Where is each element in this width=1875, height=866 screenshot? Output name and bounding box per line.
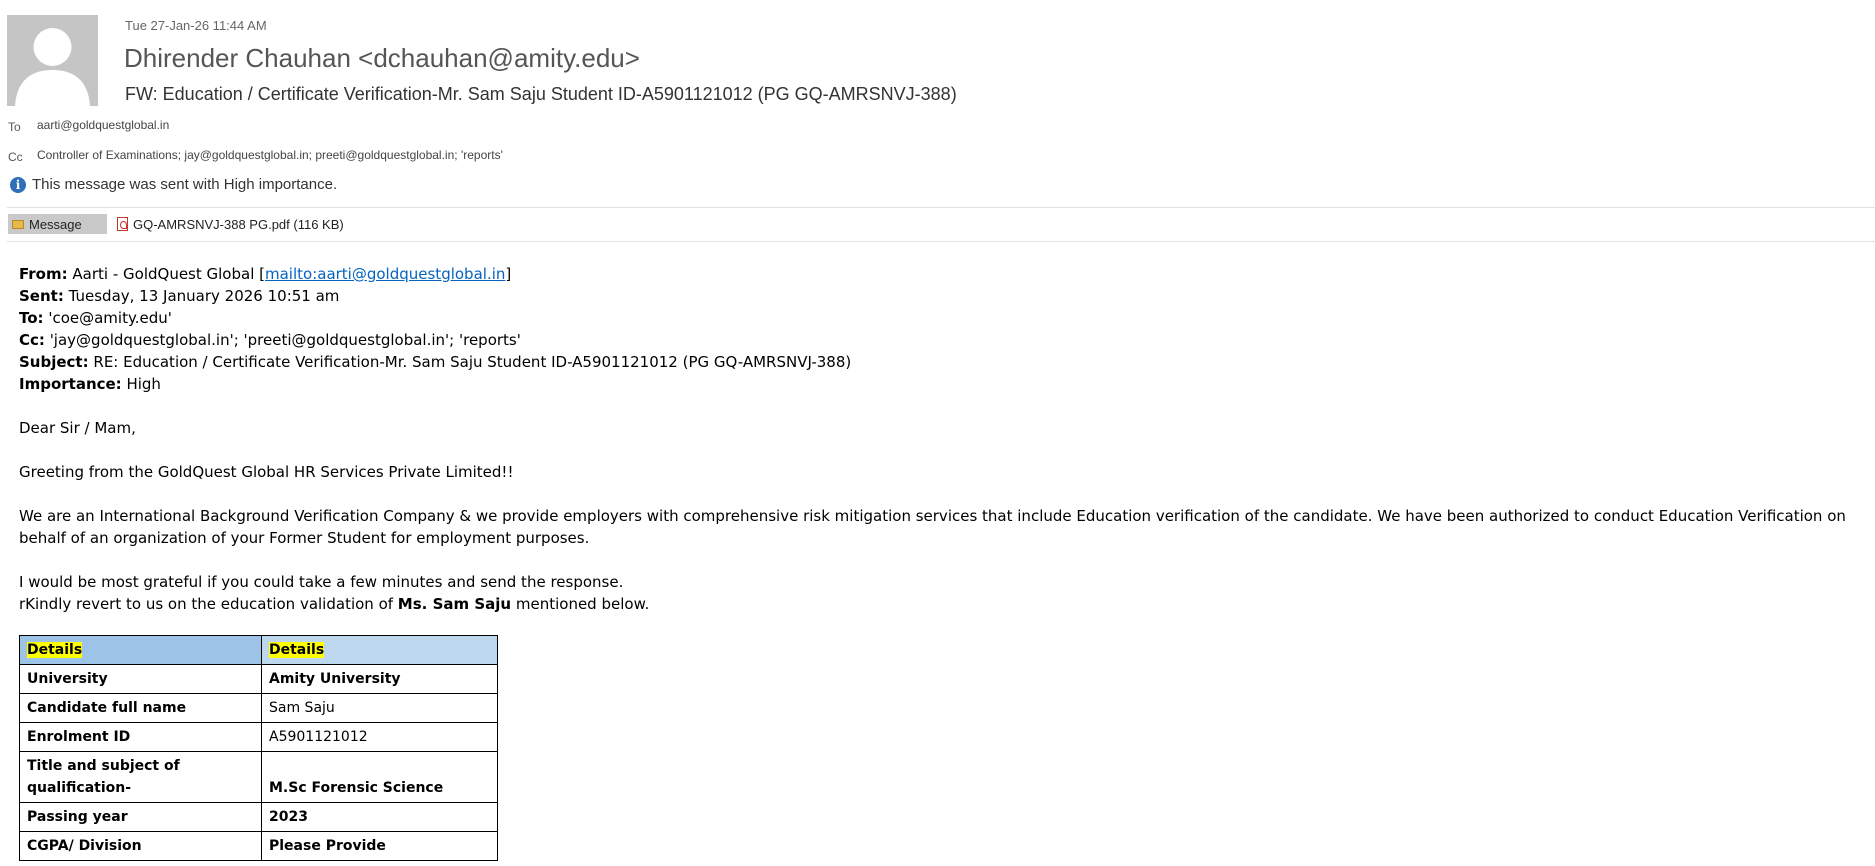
- to-label: To: [8, 120, 21, 134]
- table-row: CGPA/ Division Please Provide: [19, 831, 498, 861]
- row-label: Passing year: [19, 802, 262, 832]
- email-subject: FW: Education / Certificate Verification…: [125, 84, 957, 104]
- message-tab[interactable]: Message: [8, 214, 107, 234]
- cc-label: Cc: [8, 150, 23, 164]
- message-tab-label: Message: [29, 216, 82, 232]
- row-value: Sam Saju: [261, 693, 498, 723]
- quoted-sent-line: Sent: Tuesday, 13 January 2026 10:51 am: [19, 287, 340, 305]
- paragraph-1: We are an International Background Verif…: [19, 507, 1846, 547]
- row-value: 2023: [261, 802, 498, 832]
- greeting: Dear Sir / Mam,: [19, 419, 136, 437]
- row-label: Title and subject of qualification-: [19, 751, 262, 803]
- to-recipients[interactable]: aarti@goldquestglobal.in: [37, 118, 169, 132]
- attachment-bar: Message GQ-AMRSNVJ-388 PG.pdf (116 KB): [8, 214, 344, 234]
- sender-name[interactable]: Dhirender Chauhan <dchauhan@amity.edu>: [124, 43, 640, 74]
- envelope-icon: [12, 219, 24, 229]
- table-row: Enrolment ID A5901121012: [19, 722, 498, 752]
- row-label: CGPA/ Division: [19, 831, 262, 861]
- row-value: M.Sc Forensic Science: [261, 751, 498, 803]
- table-row: Passing year 2023: [19, 802, 498, 832]
- details-table: Details Details University Amity Univers…: [19, 635, 498, 861]
- paragraph-2: I would be most grateful if you could ta…: [19, 573, 624, 591]
- cc-recipients[interactable]: Controller of Examinations; jay@goldques…: [37, 148, 503, 162]
- quoted-to-line: To: 'coe@amity.edu': [19, 309, 172, 327]
- row-value: Amity University: [261, 664, 498, 694]
- paragraph-3: rKindly revert to us on the education va…: [19, 595, 650, 613]
- quoted-from-line: From: Aarti - GoldQuest Global [mailto:a…: [19, 265, 512, 283]
- row-value: A5901121012: [261, 722, 498, 752]
- info-icon: i: [10, 176, 26, 193]
- intro-line: Greeting from the GoldQuest Global HR Se…: [19, 463, 514, 481]
- pdf-file-icon: [117, 217, 128, 231]
- importance-text: This message was sent with High importan…: [32, 176, 338, 193]
- email-body: From: Aarti - GoldQuest Global [mailto:a…: [19, 263, 1869, 861]
- row-value: Please Provide: [261, 831, 498, 861]
- row-label: Enrolment ID: [19, 722, 262, 752]
- sent-time: Tue 27-Jan-26 11:44 AM: [125, 18, 267, 33]
- table-row: Title and subject of qualification- M.Sc…: [19, 751, 498, 803]
- attachment-filename: GQ-AMRSNVJ-388 PG.pdf (116 KB): [133, 216, 344, 232]
- table-header-row: Details Details: [19, 635, 498, 665]
- header-divider: [7, 207, 1875, 208]
- person-avatar-icon[interactable]: [7, 15, 98, 106]
- quoted-importance-line: Importance: High: [19, 375, 161, 393]
- mailto-link[interactable]: mailto:aarti@goldquestglobal.in: [265, 265, 505, 283]
- row-label: University: [19, 664, 262, 694]
- attachment-pdf[interactable]: GQ-AMRSNVJ-388 PG.pdf (116 KB): [117, 217, 344, 232]
- email-header: Tue 27-Jan-26 11:44 AM Dhirender Chauhan…: [0, 0, 1875, 205]
- row-label: Candidate full name: [19, 693, 262, 723]
- quoted-cc-line: Cc: 'jay@goldquestglobal.in'; 'preeti@go…: [19, 331, 521, 349]
- importance-notice: i This message was sent with High import…: [10, 176, 337, 193]
- attachment-divider: [7, 241, 1875, 242]
- table-header-cell: Details: [19, 635, 262, 665]
- quoted-subject-line: Subject: RE: Education / Certificate Ver…: [19, 353, 852, 371]
- table-row: University Amity University: [19, 664, 498, 694]
- table-header-cell: Details: [261, 635, 498, 665]
- table-row: Candidate full name Sam Saju: [19, 693, 498, 723]
